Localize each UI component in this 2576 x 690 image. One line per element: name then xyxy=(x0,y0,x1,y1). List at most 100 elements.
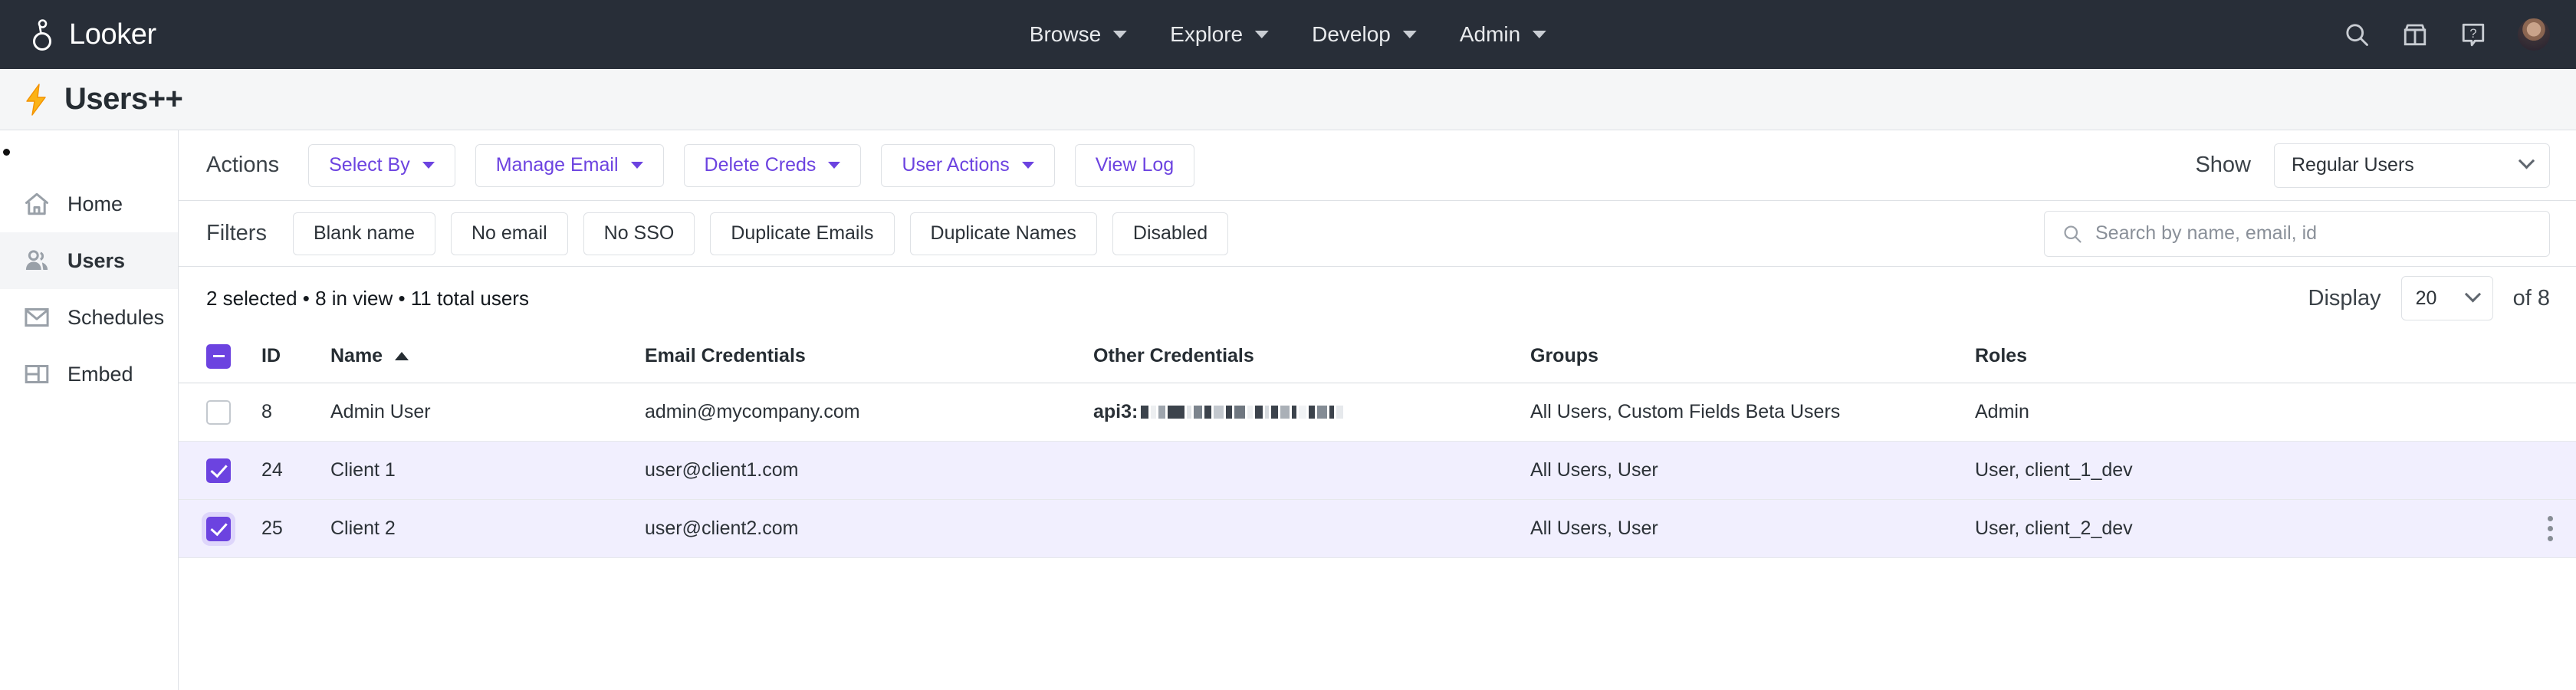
page-body: Home Users Schedules Embed Actions Selec… xyxy=(0,130,2576,690)
filters-label: Filters xyxy=(206,221,267,245)
display-count-select[interactable]: 20 xyxy=(2400,276,2493,320)
main-nav: Browse Explore Develop Admin xyxy=(1029,22,1547,47)
page-total-label: of 8 xyxy=(2512,285,2550,310)
cell-roles: Admin xyxy=(1975,401,2029,422)
brand-name: Looker xyxy=(69,18,156,51)
row-select-cell xyxy=(206,458,261,483)
cell-name: Client 2 xyxy=(330,518,396,539)
sidebar-bullet-marker xyxy=(3,149,10,156)
help-icon[interactable]: ? xyxy=(2459,21,2487,48)
sort-ascending-icon xyxy=(395,352,409,360)
row-checkbox[interactable] xyxy=(206,399,231,425)
envelope-icon xyxy=(25,308,49,327)
row-select-cell xyxy=(206,399,261,425)
row-select-cell xyxy=(206,516,261,541)
cell-groups: All Users, Custom Fields Beta Users xyxy=(1530,401,1841,422)
cell-groups: All Users, User xyxy=(1530,459,1658,481)
nav-label-explore: Explore xyxy=(1170,22,1244,46)
table-header-row: ID Name Email Credentials Other Credenti… xyxy=(179,330,2576,383)
user-actions-button[interactable]: User Actions xyxy=(881,143,1055,187)
cell-roles: User, client_2_dev xyxy=(1975,518,2133,539)
table-row[interactable]: 8 Admin User admin@mycompany.com api3: A… xyxy=(179,383,2576,442)
redacted-credential xyxy=(1141,406,1344,419)
caret-down-icon xyxy=(1021,162,1034,169)
cell-email[interactable]: user@client1.com xyxy=(645,459,799,481)
actions-toolbar: Actions Select By Manage Email Delete Cr… xyxy=(179,130,2576,201)
display-label: Display xyxy=(2308,285,2381,310)
cell-email[interactable]: admin@mycompany.com xyxy=(645,401,860,423)
main-content: Actions Select By Manage Email Delete Cr… xyxy=(179,130,2576,690)
chevron-down-icon xyxy=(2518,153,2535,169)
select-all-cell xyxy=(206,343,261,369)
display-controls: Display 20 of 8 xyxy=(2308,276,2550,320)
search-icon xyxy=(2064,225,2082,243)
select-by-label: Select By xyxy=(329,154,410,176)
row-checkbox[interactable] xyxy=(206,458,231,483)
column-header-name-label: Name xyxy=(330,345,383,366)
filter-chip-duplicate-names[interactable]: Duplicate Names xyxy=(909,212,1097,255)
cell-email[interactable]: user@client2.com xyxy=(645,518,799,540)
filter-chip-duplicate-emails[interactable]: Duplicate Emails xyxy=(710,212,895,255)
cell-email-wrap: user@client1.com xyxy=(645,459,1093,481)
sidebar-item-home[interactable]: Home xyxy=(0,176,178,232)
table-row[interactable]: 24 Client 1 user@client1.com All Users, … xyxy=(179,442,2576,500)
row-checkbox[interactable] xyxy=(206,516,231,541)
cell-name-wrap: Client 1 xyxy=(330,459,645,481)
chevron-down-icon xyxy=(2464,285,2481,302)
looker-brand[interactable]: Looker xyxy=(28,18,156,51)
nav-item-admin[interactable]: Admin xyxy=(1460,22,1547,47)
filter-chip-group: Blank name No email No SSO Duplicate Ema… xyxy=(292,212,1229,255)
cell-name: Admin User xyxy=(330,401,431,422)
search-input[interactable] xyxy=(2095,222,2532,245)
search-box[interactable] xyxy=(2044,210,2550,257)
top-navigation-bar: Looker Browse Explore Develop Admin ? xyxy=(0,0,2576,69)
cell-email-wrap: user@client2.com xyxy=(645,518,1093,540)
show-select-value: Regular Users xyxy=(2292,154,2414,176)
page-title: Users++ xyxy=(64,82,183,116)
filter-chip-no-sso[interactable]: No SSO xyxy=(583,212,695,255)
user-actions-label: User Actions xyxy=(902,154,1010,176)
users-icon xyxy=(25,250,48,270)
column-header-other[interactable]: Other Credentials xyxy=(1093,345,1530,367)
sidebar-label-schedules: Schedules xyxy=(67,305,165,329)
show-select[interactable]: Regular Users xyxy=(2274,143,2550,188)
view-log-button[interactable]: View Log xyxy=(1074,143,1195,187)
column-header-name[interactable]: Name xyxy=(330,345,645,367)
display-count-value: 20 xyxy=(2415,287,2437,309)
filter-chip-no-email[interactable]: No email xyxy=(450,212,568,255)
column-header-roles[interactable]: Roles xyxy=(1975,345,2576,367)
show-filter-group: Show Regular Users xyxy=(2195,143,2550,188)
looker-logo-icon xyxy=(33,19,51,51)
search-icon[interactable] xyxy=(2343,21,2371,48)
cell-name-wrap: Client 2 xyxy=(330,518,645,540)
manage-email-label: Manage Email xyxy=(495,154,619,176)
delete-creds-label: Delete Creds xyxy=(704,154,816,176)
delete-creds-button[interactable]: Delete Creds xyxy=(683,143,862,187)
nav-item-browse[interactable]: Browse xyxy=(1029,22,1128,47)
embed-icon xyxy=(25,365,49,383)
row-overflow-menu-icon[interactable] xyxy=(2548,516,2553,541)
marketplace-icon[interactable] xyxy=(2401,21,2429,48)
column-header-id[interactable]: ID xyxy=(261,345,330,367)
filter-chip-blank-name[interactable]: Blank name xyxy=(292,212,435,255)
sidebar-label-users: Users xyxy=(67,248,126,272)
nav-label-browse: Browse xyxy=(1029,22,1102,46)
user-avatar[interactable] xyxy=(2518,18,2550,51)
sidebar-item-embed[interactable]: Embed xyxy=(0,346,178,402)
column-header-groups[interactable]: Groups xyxy=(1530,345,1975,367)
sidebar-item-users[interactable]: Users xyxy=(0,232,178,289)
column-header-email[interactable]: Email Credentials xyxy=(645,345,1093,367)
table-row[interactable]: 25 Client 2 user@client2.com All Users, … xyxy=(179,500,2576,558)
sidebar-item-schedules[interactable]: Schedules xyxy=(0,289,178,346)
cell-email-wrap: admin@mycompany.com xyxy=(645,401,1093,423)
cell-other-credentials: api3: xyxy=(1093,401,1530,423)
select-by-button[interactable]: Select By xyxy=(308,143,455,187)
lightning-bolt-icon xyxy=(26,83,46,116)
sidebar-label-embed: Embed xyxy=(67,362,133,386)
filter-chip-disabled[interactable]: Disabled xyxy=(1112,212,1229,255)
caret-down-icon xyxy=(828,162,841,169)
manage-email-button[interactable]: Manage Email xyxy=(475,143,664,187)
nav-item-explore[interactable]: Explore xyxy=(1170,22,1270,47)
select-all-checkbox[interactable] xyxy=(206,343,231,369)
nav-item-develop[interactable]: Develop xyxy=(1312,22,1417,47)
